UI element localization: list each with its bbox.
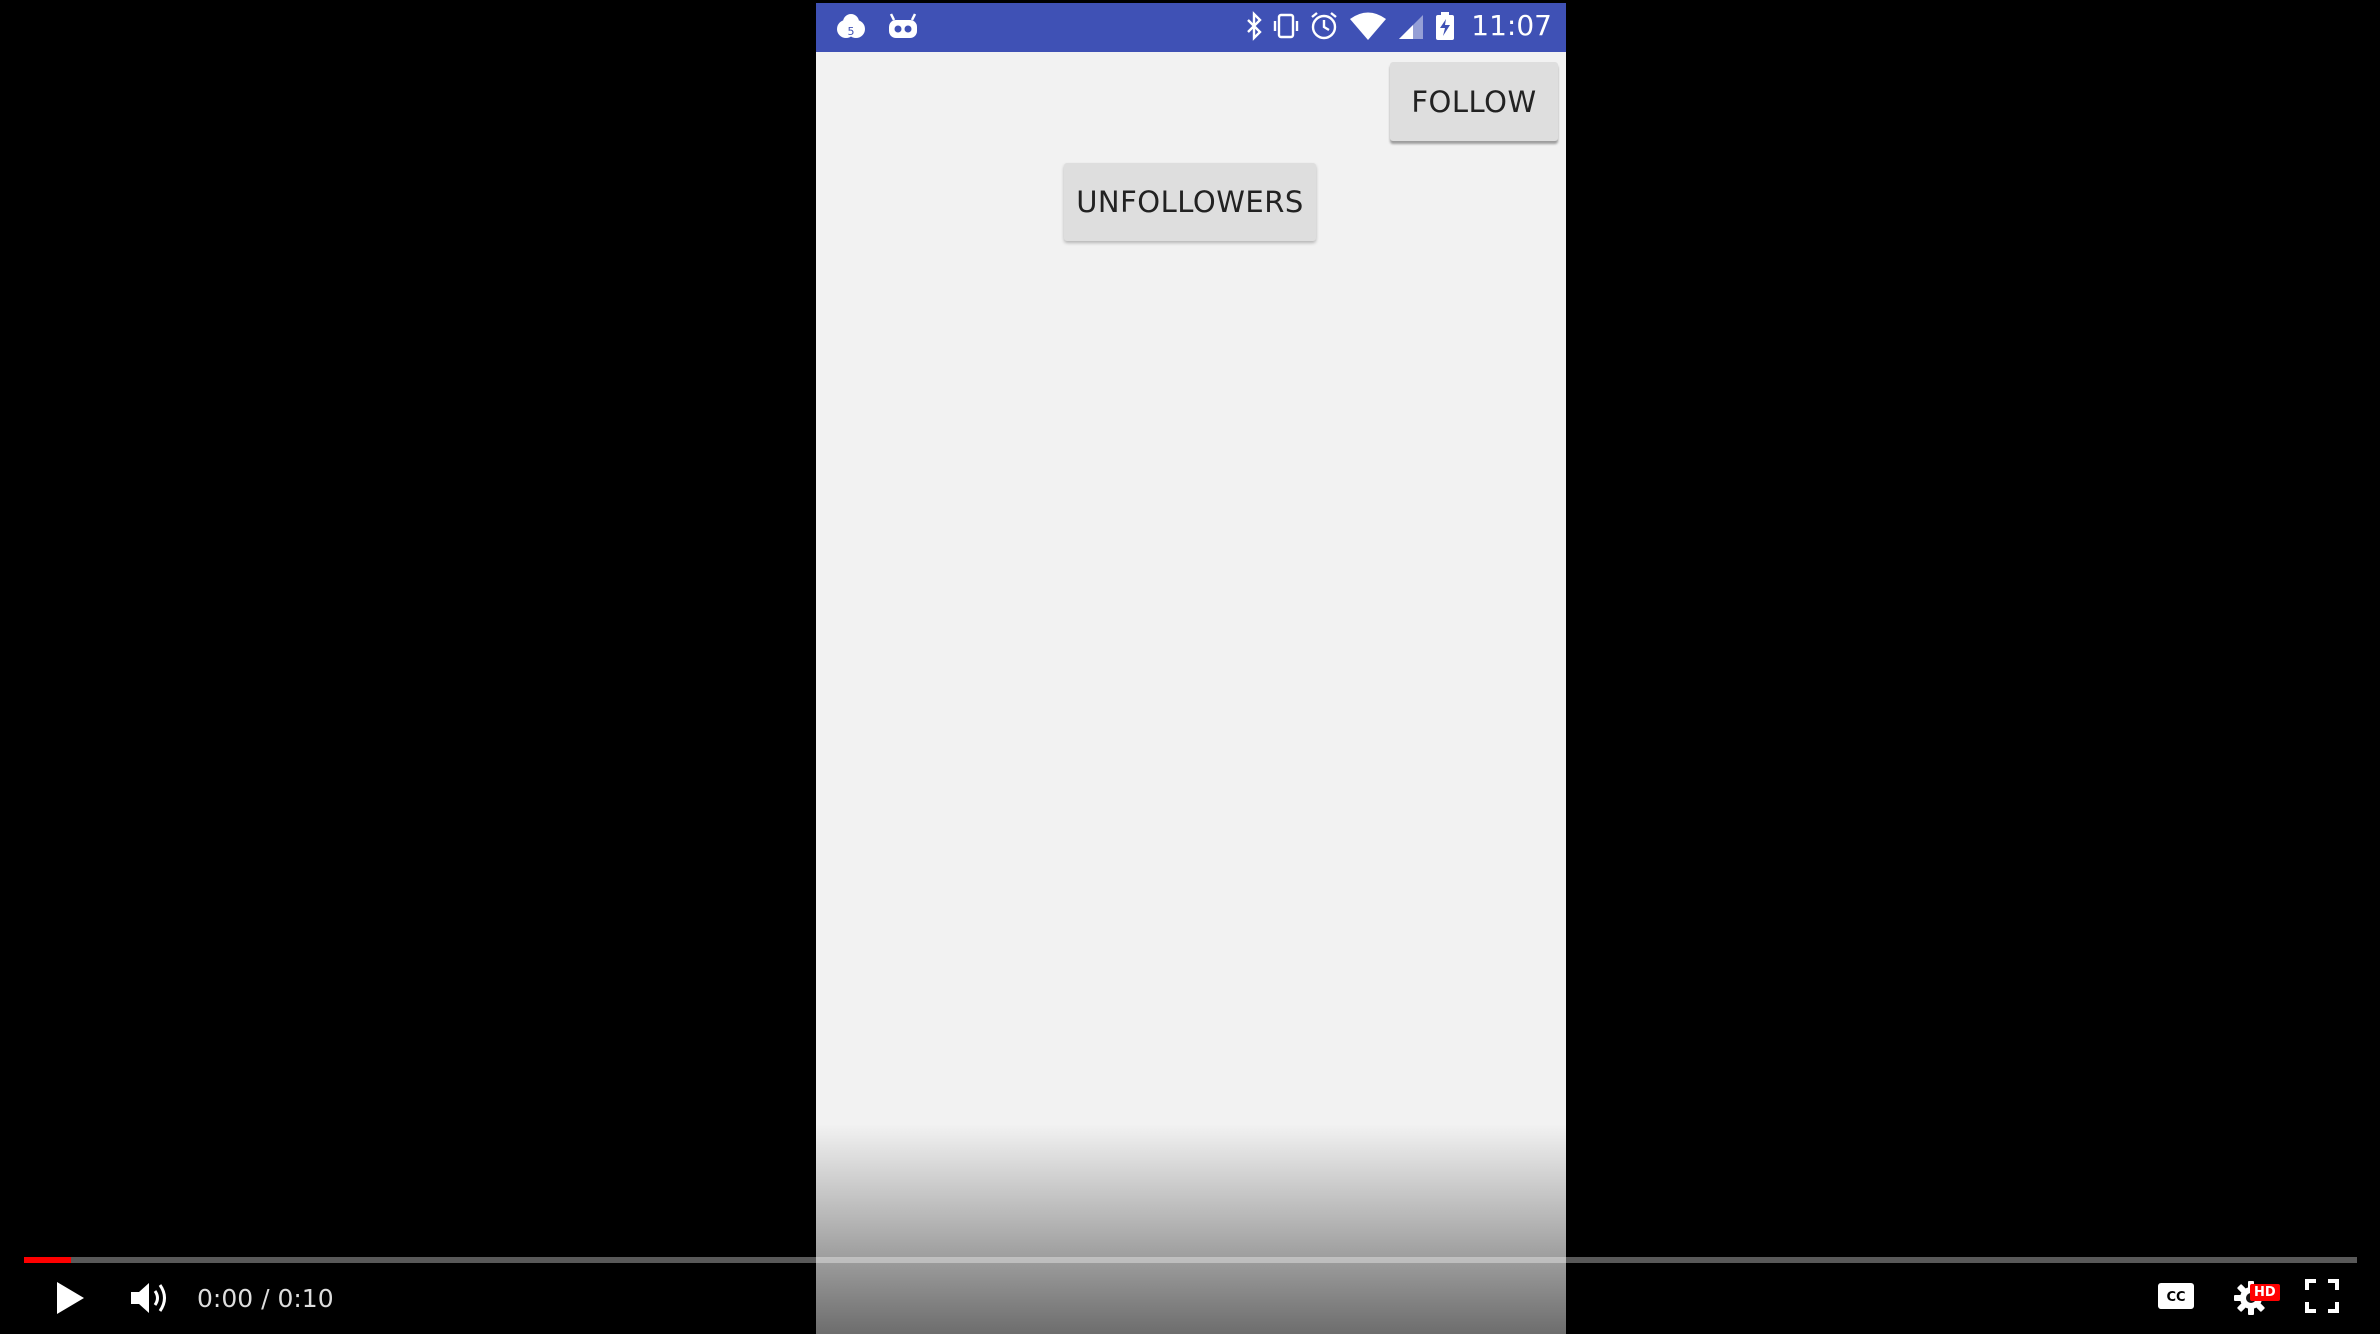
player-controls: 0:00 / 0:10 CC: [0, 1270, 2380, 1330]
android-status-bar: 5 11:07: [816, 3, 1566, 52]
captions-icon: CC: [2157, 1282, 2195, 1315]
progress-played: [24, 1257, 71, 1263]
notification-cloud-icon: 5: [834, 12, 868, 42]
volume-button[interactable]: [126, 1278, 174, 1322]
vibrate-icon: [1273, 11, 1299, 41]
play-icon: [53, 1279, 87, 1322]
captions-button[interactable]: CC: [2156, 1282, 2196, 1314]
time-display: 0:00 / 0:10: [197, 1284, 334, 1313]
wifi-icon: [1349, 11, 1387, 41]
alarm-icon: [1309, 11, 1339, 41]
volume-icon: [128, 1278, 172, 1323]
status-time: 11:07: [1471, 9, 1552, 42]
fullscreen-button[interactable]: [2302, 1278, 2342, 1318]
play-button[interactable]: [48, 1278, 92, 1322]
bluetooth-icon: [1245, 10, 1263, 41]
follow-button[interactable]: FOLLOW: [1390, 62, 1558, 141]
android-bot-icon: [886, 12, 920, 42]
progress-bar[interactable]: [24, 1257, 2357, 1263]
video-player[interactable]: 5 11:07 FOLLOW UNFOLLOWERS 0:00 / 0:10 C…: [0, 0, 2380, 1334]
unfollowers-button[interactable]: UNFOLLOWERS: [1064, 163, 1316, 241]
svg-text:CC: CC: [2166, 1290, 2185, 1305]
svg-text:5: 5: [848, 25, 855, 38]
cellular-signal-icon: [1397, 11, 1425, 41]
fullscreen-icon: [2305, 1278, 2339, 1318]
hd-badge: HD: [2250, 1284, 2280, 1301]
battery-charging-icon: [1435, 11, 1455, 41]
